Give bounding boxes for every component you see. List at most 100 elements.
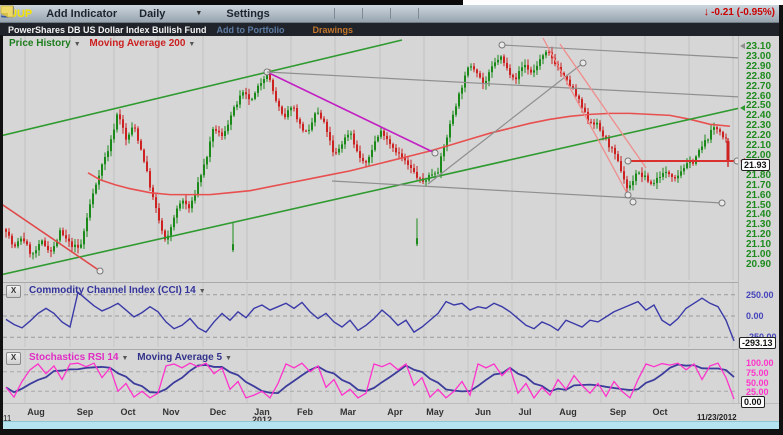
- candle-body: [452, 115, 454, 124]
- cci-indicator-panel[interactable]: X Commodity Channel Index (CCI) 14▼: [3, 282, 738, 348]
- red-downtrend-line[interactable]: [3, 203, 100, 271]
- candle-body: [539, 59, 541, 66]
- candle-body: [680, 171, 682, 175]
- candle-body: [593, 122, 595, 124]
- cci-dropdown[interactable]: Commodity Channel Index (CCI) 14: [29, 285, 196, 296]
- camera-icon[interactable]: [397, 7, 411, 20]
- candle-body: [374, 141, 376, 150]
- stochastics-rsi-dropdown[interactable]: Stochastics RSI 14: [29, 352, 118, 363]
- candle-body: [461, 88, 463, 94]
- period-dropdown[interactable]: Daily: [139, 8, 165, 20]
- chevron-down-icon[interactable]: ▼: [225, 355, 232, 362]
- red-horizontal-line-handle[interactable]: [625, 158, 631, 164]
- candle-body: [584, 108, 586, 112]
- candle-body: [548, 52, 550, 53]
- candle-body: [215, 129, 217, 131]
- candle-body: [299, 119, 301, 124]
- candle-body: [581, 99, 583, 107]
- candle-body: [137, 128, 139, 140]
- gray-top-line[interactable]: [502, 45, 738, 58]
- magenta-trendline[interactable]: [267, 72, 435, 153]
- main-toolbar: UUP Add Indicator Daily ▼ Settings f ↓-0…: [0, 5, 783, 23]
- candle-body: [533, 70, 535, 72]
- candle-body: [707, 140, 709, 141]
- candle-body: [32, 253, 34, 254]
- stochastics-indicator-panel[interactable]: X Stochastics RSI 14▼ Moving Average 5▼: [3, 349, 738, 404]
- toolbar-separator: [418, 8, 419, 19]
- charting-app-window: UUP Add Indicator Daily ▼ Settings f ↓-0…: [0, 0, 783, 435]
- alarm-clock-icon[interactable]: [292, 7, 306, 20]
- salmon-channel-line-1-handle[interactable]: [625, 192, 631, 198]
- candle-body: [8, 232, 10, 236]
- candle-body: [230, 115, 232, 124]
- candle-body: [224, 131, 226, 136]
- x-axis-month-label: Feb: [297, 407, 313, 417]
- x-axis-month-label: Jan: [254, 407, 270, 417]
- candle-body: [662, 173, 664, 177]
- twitter-icon[interactable]: [341, 7, 355, 20]
- gray-support-line-handle[interactable]: [630, 199, 636, 205]
- note-icon[interactable]: [425, 7, 439, 20]
- candle-body: [341, 144, 343, 148]
- chevron-down-icon[interactable]: ▼: [199, 288, 206, 295]
- cci-tick-label: 250.00: [746, 290, 774, 300]
- candle-body: [68, 239, 70, 242]
- drawings-menu[interactable]: Drawings: [313, 25, 354, 35]
- cube-icon[interactable]: [313, 7, 327, 20]
- candle-body: [203, 165, 205, 176]
- chevron-down-icon[interactable]: ▼: [121, 355, 128, 362]
- add-indicator-button[interactable]: Add Indicator: [46, 8, 117, 20]
- candle-body: [305, 131, 307, 132]
- candle-body: [524, 65, 526, 67]
- add-to-portfolio-link[interactable]: Add to Portfolio: [217, 25, 285, 35]
- candle-body: [125, 128, 127, 140]
- candle-body: [653, 183, 655, 184]
- candle-body: [311, 122, 313, 129]
- candle-body: [713, 127, 715, 130]
- moving-average-5-dropdown[interactable]: Moving Average 5: [137, 352, 222, 363]
- candle-body: [269, 74, 271, 80]
- candle-body: [191, 201, 193, 209]
- gray-support-line-handle[interactable]: [719, 200, 725, 206]
- close-cci-panel-button[interactable]: X: [6, 285, 21, 298]
- current-cci-box: -293.13: [739, 337, 776, 349]
- price-chart-panel[interactable]: Price History▼ Moving Average 200▼: [3, 36, 738, 280]
- stoch-rsi-line: [6, 363, 734, 399]
- time-axis: 11 2012 11/23/2012 AugSepOctNovDecJanFeb…: [3, 403, 779, 422]
- chevron-down-icon[interactable]: ▼: [195, 10, 202, 17]
- gray-support-line[interactable]: [332, 181, 722, 203]
- close-stochastics-panel-button[interactable]: X: [6, 352, 21, 365]
- gray-rising-line-handle[interactable]: [580, 60, 586, 66]
- candle-body: [260, 83, 262, 86]
- candle-body: [497, 60, 499, 63]
- candle-body: [212, 129, 214, 141]
- candle-body: [599, 123, 601, 131]
- candle-body: [47, 246, 49, 250]
- candle-body: [197, 182, 199, 194]
- candle-body: [329, 132, 331, 140]
- price-axis[interactable]: 21.93 -293.13 0.00 23.1023.0022.9022.802…: [738, 36, 780, 421]
- candle-body: [41, 241, 43, 244]
- red-downtrend-line-handle[interactable]: [97, 268, 103, 274]
- candle-body: [683, 168, 685, 171]
- candlestick-chart[interactable]: [3, 36, 738, 280]
- chevron-down-icon[interactable]: ▼: [74, 41, 81, 48]
- price-tick-label: 20.90: [746, 259, 771, 270]
- candle-body: [320, 113, 322, 119]
- candle-body: [206, 157, 208, 164]
- stochastics-panel-legend: Stochastics RSI 14▼ Moving Average 5▼: [9, 352, 238, 363]
- candle-body: [347, 135, 349, 138]
- candle-body: [50, 250, 52, 251]
- gray-top-line-handle[interactable]: [499, 42, 505, 48]
- settings-button[interactable]: Settings: [226, 8, 269, 20]
- candle-body: [674, 177, 676, 178]
- toolbar-separator: [390, 8, 391, 19]
- gray-resistance-from-jan-peak[interactable]: [267, 72, 738, 97]
- facebook-icon[interactable]: f: [369, 7, 383, 20]
- magenta-trendline-handle[interactable]: [432, 150, 438, 156]
- candle-body: [434, 173, 436, 174]
- chevron-down-icon[interactable]: ▼: [188, 41, 195, 48]
- candle-body: [293, 108, 295, 109]
- moving-average-200-dropdown[interactable]: Moving Average 200: [89, 38, 185, 49]
- price-history-dropdown[interactable]: Price History: [9, 38, 71, 49]
